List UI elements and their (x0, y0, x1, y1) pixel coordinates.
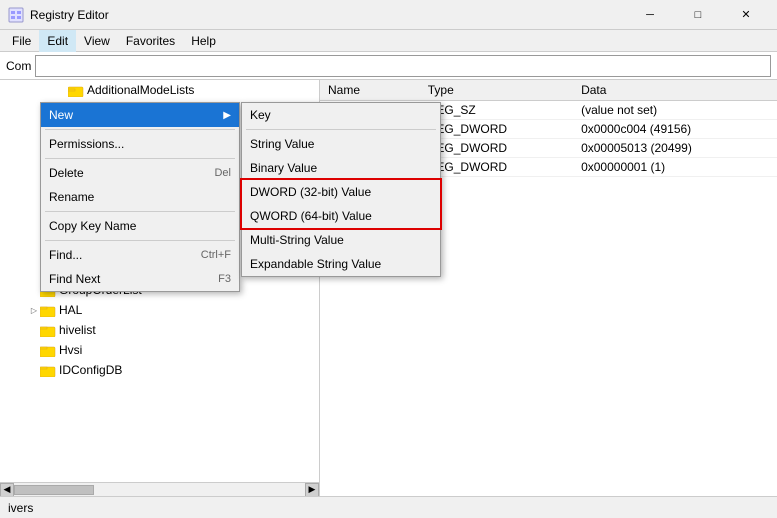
find-next-shortcut: F3 (218, 273, 231, 285)
col-name: Name (320, 80, 420, 101)
submenu-dword-value-label: DWORD (32-bit) Value (250, 185, 371, 199)
menu-find-item[interactable]: Find... Ctrl+F (41, 243, 239, 267)
submenu-separator-1 (246, 129, 436, 130)
menu-bar: File Edit View Favorites Help (0, 30, 777, 52)
tree-item-label: Hvsi (59, 343, 82, 357)
menu-rename-label: Rename (49, 190, 94, 204)
tree-item-hivelist[interactable]: hivelist (0, 320, 319, 340)
scroll-thumb-h[interactable] (14, 485, 94, 495)
maximize-button[interactable]: □ (675, 0, 721, 30)
submenu-key-item[interactable]: Key (242, 103, 440, 127)
new-submenu[interactable]: Key String Value Binary Value DWORD (32-… (241, 102, 441, 277)
tree-item-hvsi[interactable]: Hvsi (0, 340, 319, 360)
cell-type: REG_DWORD (420, 139, 573, 158)
submenu-qword-value-label: QWORD (64-bit) Value (250, 209, 372, 223)
menu-view[interactable]: View (76, 30, 118, 52)
title-bar: Registry Editor ─ □ ✕ (0, 0, 777, 30)
folder-icon (40, 322, 56, 338)
menu-rename-item[interactable]: Rename (41, 185, 239, 209)
address-label: Com (6, 59, 31, 73)
tree-item-additional-mode-lists[interactable]: AdditionalModeLists (0, 80, 319, 100)
cell-type: REG_SZ (420, 101, 573, 120)
tree-arrow (28, 344, 40, 356)
folder-icon (40, 342, 56, 358)
menu-find-label: Find... (49, 248, 82, 262)
menu-separator-1 (45, 129, 235, 130)
submenu-multi-string-item[interactable]: Multi-String Value (242, 228, 440, 252)
scroll-track-h (14, 485, 305, 495)
status-bar: ivers (0, 496, 777, 518)
submenu-arrow: ▶ (223, 110, 231, 121)
menu-find-next-label: Find Next (49, 272, 100, 286)
menu-file[interactable]: File (4, 30, 39, 52)
menu-permissions-label: Permissions... (49, 137, 124, 151)
minimize-button[interactable]: ─ (627, 0, 673, 30)
tree-item-id-config-db[interactable]: IDConfigDB (0, 360, 319, 380)
tree-arrow (56, 84, 68, 96)
tree-item-label: AdditionalModeLists (87, 83, 194, 97)
col-data: Data (573, 80, 777, 101)
tree-arrow (28, 284, 40, 296)
menu-delete-item[interactable]: Delete Del (41, 161, 239, 185)
menu-copy-key-name-label: Copy Key Name (49, 219, 136, 233)
menu-copy-key-name-item[interactable]: Copy Key Name (41, 214, 239, 238)
submenu-qword-value-item[interactable]: QWORD (64-bit) Value (242, 204, 440, 228)
menu-favorites[interactable]: Favorites (118, 30, 183, 52)
folder-icon (40, 302, 56, 318)
edit-menu[interactable]: New ▶ Permissions... Delete Del Rename C… (40, 102, 240, 292)
window-title: Registry Editor (30, 8, 627, 22)
cell-data: (value not set) (573, 101, 777, 120)
submenu-binary-value-label: Binary Value (250, 161, 317, 175)
menu-separator-2 (45, 158, 235, 159)
menu-new-item[interactable]: New ▶ (41, 103, 239, 127)
delete-shortcut: Del (214, 167, 231, 179)
menu-edit[interactable]: Edit (39, 30, 76, 52)
tree-item-label: HAL (59, 303, 82, 317)
cell-data: 0x00005013 (20499) (573, 139, 777, 158)
submenu-binary-value-item[interactable]: Binary Value (242, 156, 440, 180)
submenu-dword-value-item[interactable]: DWORD (32-bit) Value (242, 180, 440, 204)
tree-scrollbar-h[interactable]: ◀ ▶ (0, 482, 319, 496)
folder-icon (68, 82, 84, 98)
tree-arrow (28, 324, 40, 336)
submenu-string-value-item[interactable]: String Value (242, 132, 440, 156)
folder-icon (40, 362, 56, 378)
menu-delete-label: Delete (49, 166, 84, 180)
submenu-expandable-string-item[interactable]: Expandable String Value (242, 252, 440, 276)
find-shortcut: Ctrl+F (201, 249, 231, 261)
window-controls: ─ □ ✕ (627, 0, 769, 30)
registry-editor-icon (8, 7, 24, 23)
menu-new-label: New (49, 108, 73, 122)
cell-data: 0x00000001 (1) (573, 158, 777, 177)
status-text-left: ivers (8, 501, 33, 515)
address-input[interactable] (35, 55, 771, 77)
submenu-string-value-label: String Value (250, 137, 314, 151)
menu-separator-4 (45, 240, 235, 241)
tree-item-label: IDConfigDB (59, 363, 122, 377)
submenu-key-label: Key (250, 108, 271, 122)
cell-type: REG_DWORD (420, 158, 573, 177)
submenu-expandable-string-label: Expandable String Value (250, 257, 381, 271)
address-bar: Com (0, 52, 777, 80)
menu-separator-3 (45, 211, 235, 212)
menu-help[interactable]: Help (183, 30, 224, 52)
tree-arrow (28, 364, 40, 376)
close-button[interactable]: ✕ (723, 0, 769, 30)
col-type: Type (420, 80, 573, 101)
scroll-right-btn[interactable]: ▶ (305, 483, 319, 497)
tree-item-label: hivelist (59, 323, 96, 337)
cell-data: 0x0000c004 (49156) (573, 120, 777, 139)
menu-permissions-item[interactable]: Permissions... (41, 132, 239, 156)
scroll-left-btn[interactable]: ◀ (0, 483, 14, 497)
tree-item-hal[interactable]: ▷ HAL (0, 300, 319, 320)
cell-type: REG_DWORD (420, 120, 573, 139)
tree-arrow: ▷ (28, 304, 40, 316)
main-content: AdditionalModeLists BasicDisplay BlockLi… (0, 80, 777, 496)
submenu-multi-string-label: Multi-String Value (250, 233, 344, 247)
menu-find-next-item[interactable]: Find Next F3 (41, 267, 239, 291)
